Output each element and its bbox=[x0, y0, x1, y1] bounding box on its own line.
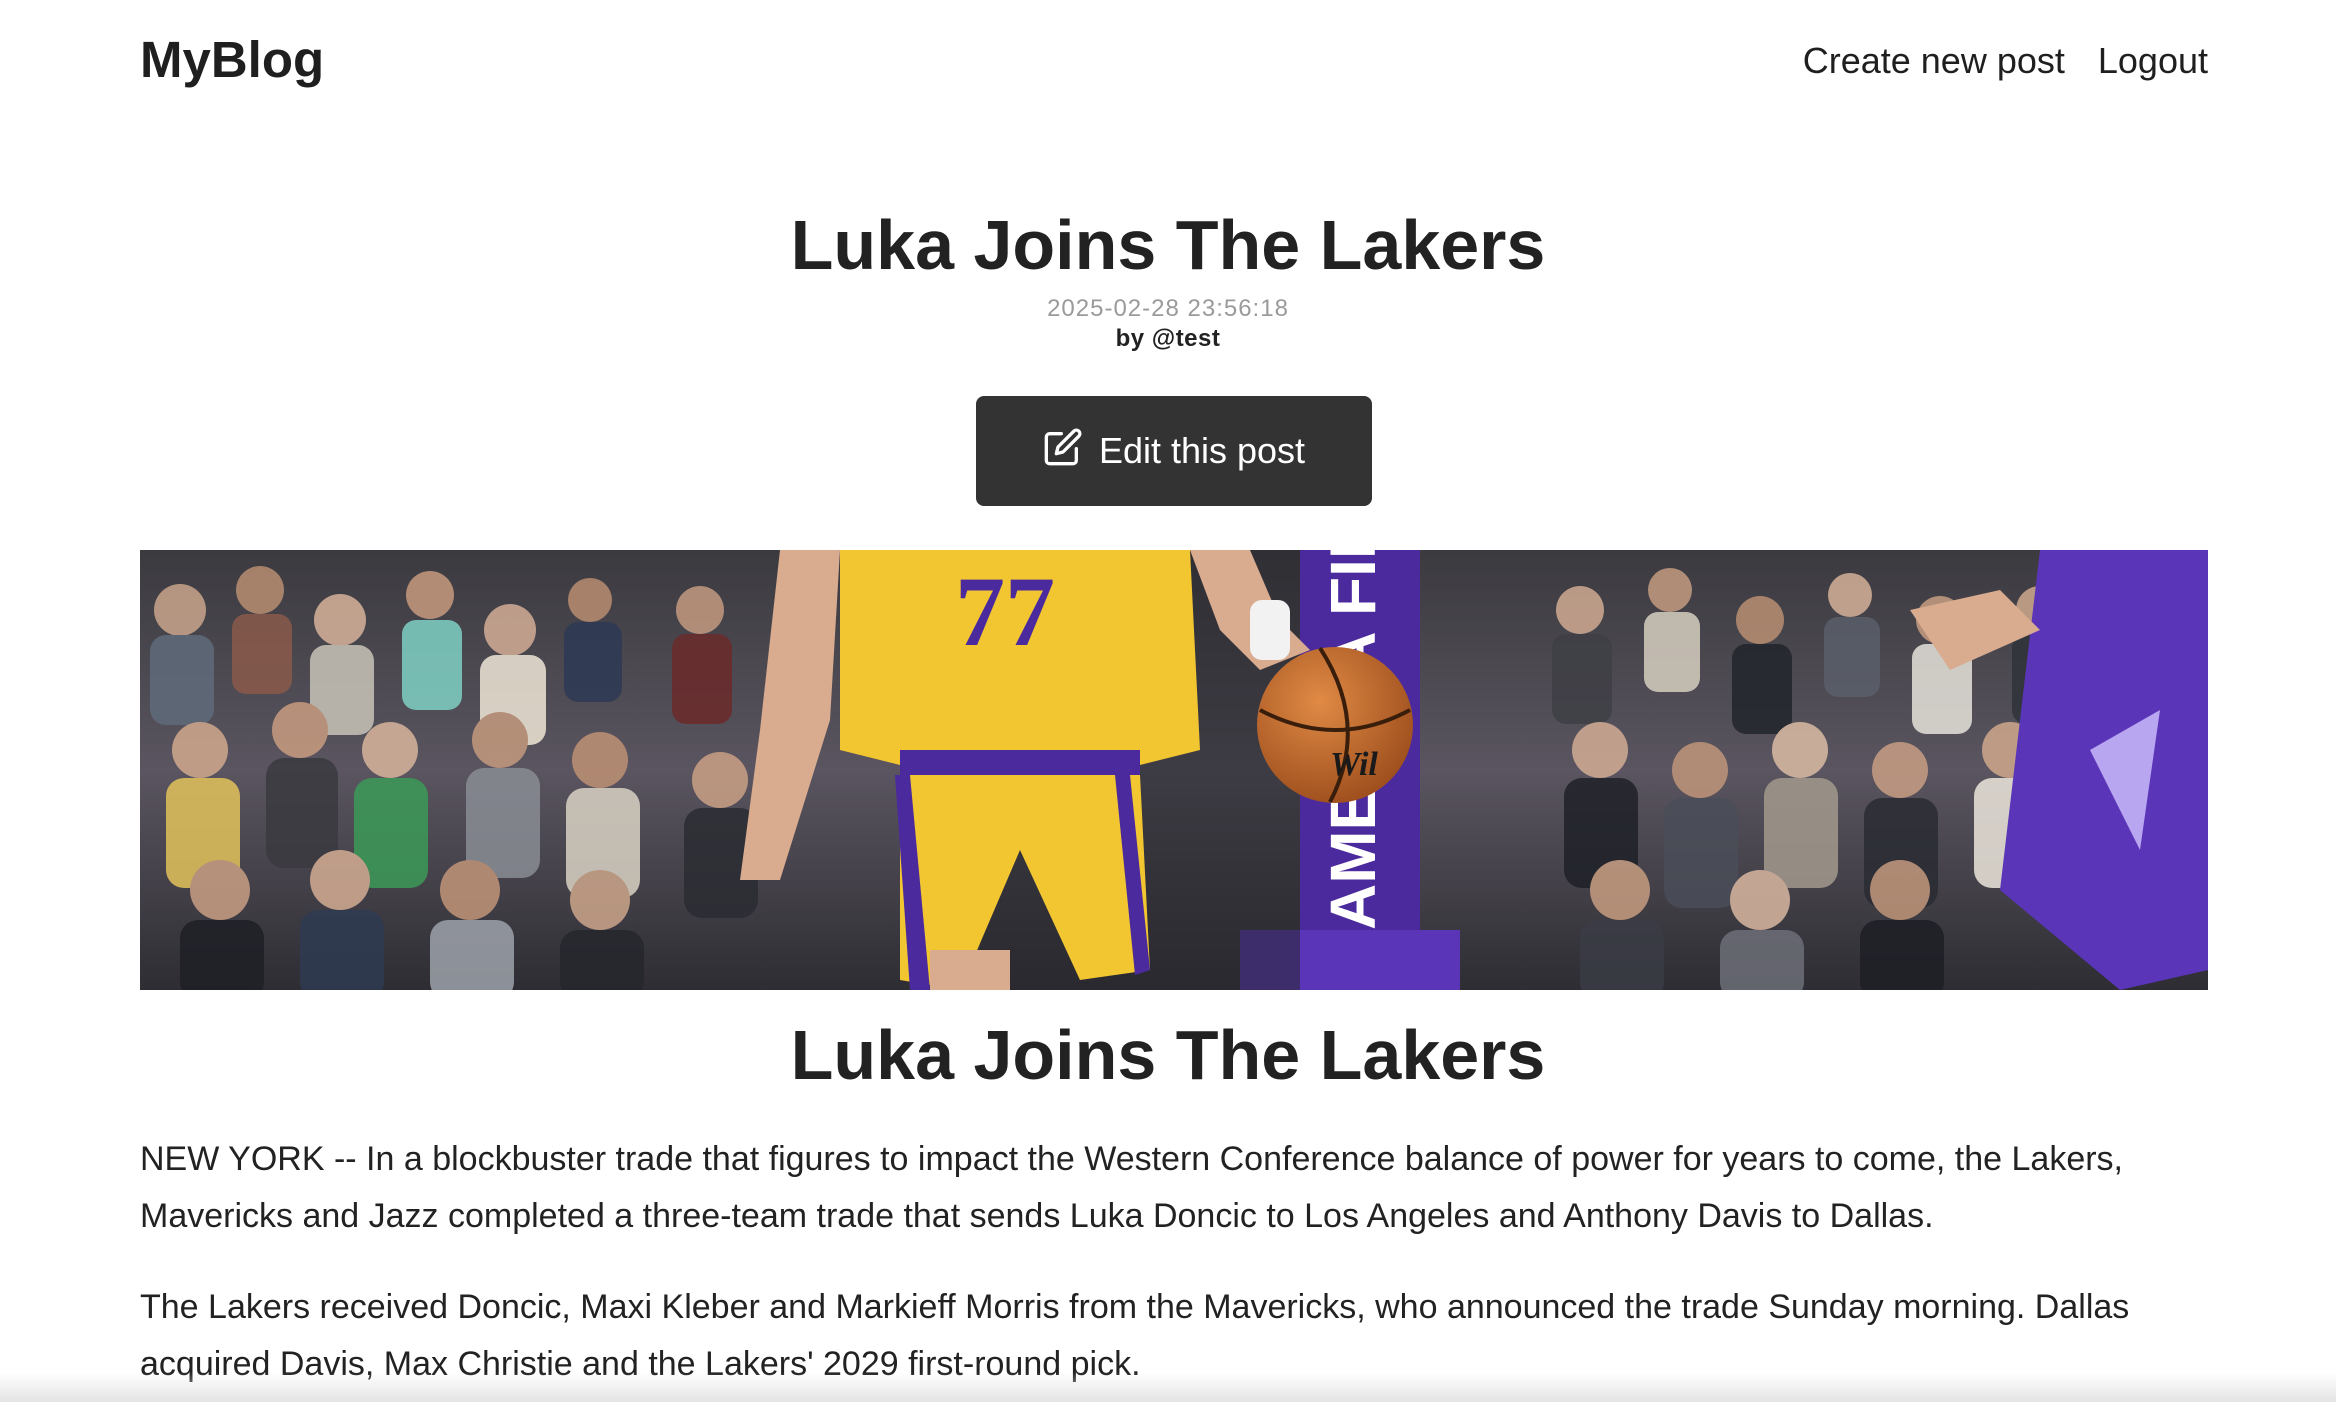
create-new-post-link[interactable]: Create new post bbox=[1803, 36, 2065, 86]
post-title: Luka Joins The Lakers bbox=[790, 206, 1546, 284]
article-heading: Luka Joins The Lakers bbox=[790, 1016, 1546, 1094]
post-author: by @test bbox=[1115, 325, 1221, 352]
article-paragraph: NEW YORK -- In a blockbuster trade that … bbox=[140, 1140, 2124, 1235]
jersey-number: 77 bbox=[955, 556, 1055, 667]
post-hero-image: AMERICA FIRS 77 Wil bbox=[140, 550, 2208, 990]
logout-link[interactable]: Logout bbox=[2098, 36, 2208, 86]
edit-post-button[interactable]: Edit this post bbox=[976, 396, 1372, 506]
top-navbar: MyBlog Create new post Logout bbox=[0, 0, 2336, 122]
edit-post-label: Edit this post bbox=[1098, 430, 1306, 471]
ball-brand-text: Wil bbox=[1330, 746, 1378, 783]
post-date: 2025-02-28 23:56:18 bbox=[1047, 295, 1289, 322]
edit-pencil-icon bbox=[1043, 427, 1083, 476]
scroll-fade bbox=[0, 1372, 2336, 1402]
brand-logo[interactable]: MyBlog bbox=[140, 28, 324, 92]
nav-links: Create new post Logout bbox=[1803, 36, 2208, 86]
